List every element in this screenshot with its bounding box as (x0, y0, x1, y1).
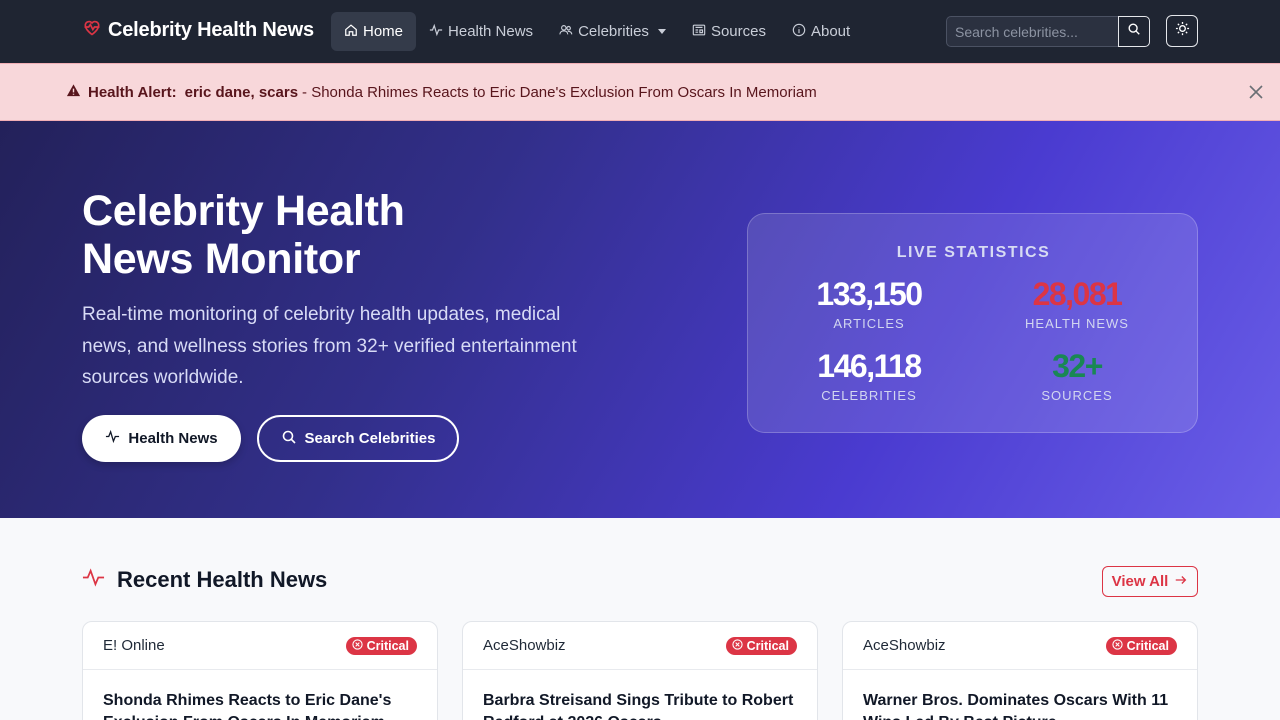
stat-celebrities: 146,118 CELEBRITIES (779, 348, 959, 403)
nav-item-label: Celebrities (578, 23, 649, 40)
nav-item-about[interactable]: About (779, 12, 863, 51)
stat-label: HEALTH NEWS (1025, 316, 1129, 331)
card-title[interactable]: Warner Bros. Dominates Oscars With 11 Wi… (843, 670, 1197, 720)
navbar: Celebrity Health News Home Health News C… (0, 0, 1280, 63)
news-card[interactable]: AceShowbiz Critical Barbra Streisand Sin… (462, 621, 818, 720)
stat-value: 32+ (1052, 348, 1103, 384)
button-label: View All (1111, 573, 1169, 590)
theme-toggle-button[interactable] (1166, 15, 1198, 47)
nav-item-sources[interactable]: Sources (679, 12, 779, 51)
news-card[interactable]: E! Online Critical Shonda Rhimes Reacts … (82, 621, 438, 720)
stat-health-news: 28,081 HEALTH NEWS (987, 276, 1167, 331)
alert-title: Health Alert: (88, 84, 177, 101)
activity-icon (82, 566, 105, 594)
stat-value: 146,118 (817, 348, 922, 384)
card-source: AceShowbiz (483, 637, 566, 654)
nav-item-label: About (810, 23, 851, 40)
health-news-button[interactable]: Health News (82, 415, 241, 462)
stat-label: SOURCES (1041, 388, 1113, 403)
recent-news-header: Recent Health News (82, 566, 327, 594)
badge-label: Critical (1126, 638, 1169, 653)
stat-value: 28,081 (1032, 276, 1123, 312)
activity-icon (429, 23, 443, 41)
stats-title: LIVE STATISTICS (896, 244, 1051, 261)
badge-label: Critical (366, 638, 409, 653)
brand[interactable]: Celebrity Health News (82, 17, 314, 43)
search-icon (281, 429, 297, 449)
nav-item-health-news[interactable]: Health News (416, 12, 546, 51)
x-circle-icon (351, 638, 363, 653)
button-label: Health News (128, 430, 218, 447)
hero-subtitle: Real-time monitoring of celebrity health… (82, 304, 577, 388)
nav-item-label: Home (363, 23, 404, 40)
stat-label: ARTICLES (833, 316, 905, 331)
badge-label: Critical (746, 638, 789, 653)
stat-value: 133,150 (816, 276, 923, 312)
severity-badge: Critical (345, 636, 417, 655)
close-icon (1246, 85, 1266, 106)
search-icon (1127, 22, 1141, 41)
stat-articles: 133,150 ARTICLES (779, 276, 959, 331)
people-icon (559, 23, 573, 41)
search-button[interactable] (1118, 16, 1150, 47)
card-title[interactable]: Barbra Streisand Sings Tribute to Robert… (463, 670, 817, 720)
alert-close-button[interactable] (1246, 82, 1266, 102)
card-source: E! Online (103, 637, 165, 654)
stat-sources: 32+ SOURCES (987, 348, 1167, 403)
nav-item-celebrities[interactable]: Celebrities (546, 12, 679, 51)
nav-item-label: Sources (710, 23, 766, 40)
info-icon (792, 23, 806, 41)
search-input[interactable] (946, 16, 1118, 47)
button-label: Search Celebrities (304, 430, 436, 447)
nav-item-label: Health News (448, 23, 534, 40)
house-icon (344, 23, 358, 41)
heart-pulse-icon (82, 17, 102, 43)
newspaper-icon (692, 23, 706, 41)
sun-icon (1175, 21, 1190, 41)
alert-text: - Shonda Rhimes Reacts to Eric Dane's Ex… (302, 84, 817, 101)
severity-badge: Critical (1105, 636, 1177, 655)
view-all-button[interactable]: View All (1102, 566, 1198, 597)
x-circle-icon (731, 638, 743, 653)
hero-section: Celebrity Health News Monitor Real-time … (0, 121, 1280, 518)
alert-content[interactable]: Health Alert: eric dane, scars - Shonda … (66, 83, 817, 102)
live-statistics-card: LIVE STATISTICS 133,150 ARTICLES 28,081 … (747, 213, 1198, 433)
card-header: AceShowbiz Critical (463, 622, 817, 670)
severity-badge: Critical (725, 636, 797, 655)
x-circle-icon (1111, 638, 1123, 653)
activity-icon (105, 429, 120, 448)
arrow-right-icon (1174, 573, 1188, 591)
search-form (946, 16, 1150, 47)
stat-label: CELEBRITIES (821, 388, 917, 403)
nav-menu: Home Health News Celebrities Sources Abo… (331, 12, 863, 51)
card-header: AceShowbiz Critical (843, 622, 1197, 670)
news-card[interactable]: AceShowbiz Critical Warner Bros. Dominat… (842, 621, 1198, 720)
health-alert-banner: Health Alert: eric dane, scars - Shonda … (0, 63, 1280, 121)
search-celebrities-button[interactable]: Search Celebrities (257, 415, 459, 462)
warning-icon (66, 83, 88, 102)
section-title: Recent Health News (117, 567, 328, 592)
nav-item-home[interactable]: Home (331, 12, 417, 51)
brand-name: Celebrity Health News (108, 18, 314, 41)
card-header: E! Online Critical (83, 622, 437, 670)
card-title[interactable]: Shonda Rhimes Reacts to Eric Dane's Excl… (83, 670, 437, 720)
card-source: AceShowbiz (863, 637, 946, 654)
hero-title: Celebrity Health News Monitor (82, 187, 405, 283)
alert-tags: eric dane, scars (184, 84, 299, 101)
chevron-down-icon (657, 29, 666, 34)
